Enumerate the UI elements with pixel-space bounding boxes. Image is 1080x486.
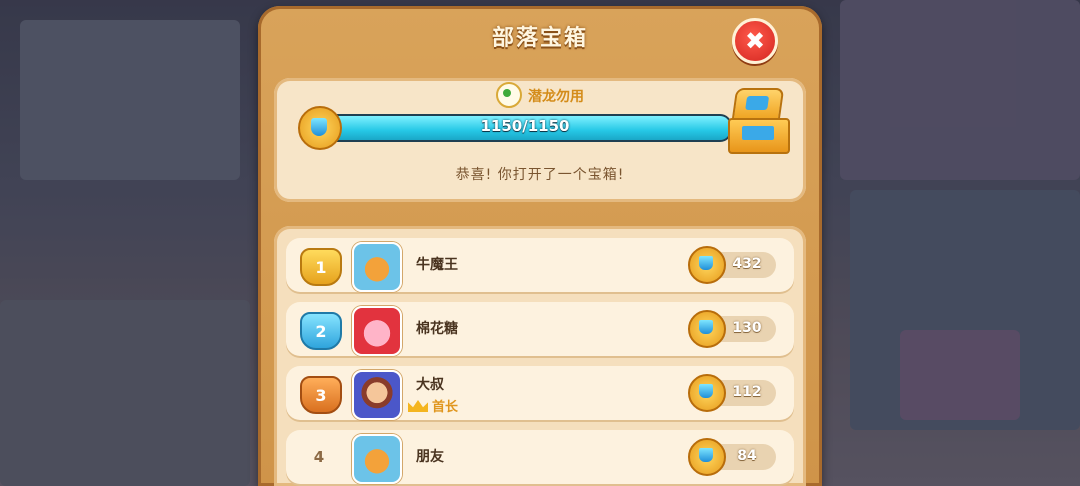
member-ranking-list[interactable]: 1 牛魔王 432 2 棉花糖 130 3 大叔 首长 112 4 朋友 84 — [274, 226, 806, 486]
member-row[interactable]: 4 朋友 84 — [286, 430, 794, 484]
role-label: 首长 — [432, 400, 459, 415]
player-name: 棉花糖 — [416, 321, 458, 337]
score-value: 112 — [732, 384, 762, 400]
rank-medal-icon: 4 — [313, 448, 325, 466]
tribe-emblem-icon — [496, 82, 522, 108]
score-value: 84 — [737, 448, 757, 464]
treasure-chest-icon[interactable] — [726, 88, 792, 154]
score-value: 130 — [732, 320, 762, 336]
score-pill: 432 — [688, 246, 776, 284]
congrats-message: 恭喜! 你打开了一个宝箱! — [455, 167, 625, 183]
pig-avatar[interactable] — [352, 306, 402, 356]
crown-icon — [408, 400, 428, 412]
player-role: 首长 — [408, 396, 458, 415]
score-pill: 112 — [688, 374, 776, 412]
progress-text: 1150/1150 — [480, 117, 570, 135]
tiger-avatar[interactable] — [352, 434, 402, 484]
rank-medal-icon: 3 — [300, 376, 342, 414]
chest-progress-bar: 1150/1150 — [318, 114, 732, 142]
chest-progress-card: 潜龙勿用 1150/1150 恭喜! 你打开了一个宝箱! — [274, 78, 806, 202]
member-row[interactable]: 3 大叔首长 112 — [286, 366, 794, 420]
man-avatar[interactable] — [352, 370, 402, 420]
rank-medal-icon: 1 — [300, 248, 342, 286]
trophy-cup-icon — [298, 106, 342, 150]
tiger-avatar[interactable] — [352, 242, 402, 292]
trophy-cup-icon — [688, 246, 726, 284]
trophy-cup-icon — [688, 438, 726, 476]
score-value: 432 — [732, 256, 762, 272]
player-name: 朋友 — [416, 449, 444, 465]
rank-medal-icon: 2 — [300, 312, 342, 350]
score-pill: 84 — [688, 438, 776, 476]
tribe-name: 潜龙勿用 — [528, 89, 584, 105]
score-pill: 130 — [688, 310, 776, 348]
member-row[interactable]: 1 牛魔王 432 — [286, 238, 794, 292]
player-name: 牛魔王 — [416, 257, 458, 273]
trophy-cup-icon — [688, 310, 726, 348]
tribe-chest-dialog: 部落宝箱 ✖ 潜龙勿用 1150/1150 恭喜! 你打开了一个宝箱! 1 牛魔王… — [258, 6, 822, 486]
close-button[interactable]: ✖ — [732, 18, 778, 64]
trophy-cup-icon — [688, 374, 726, 412]
player-name: 大叔 — [416, 377, 444, 393]
member-row[interactable]: 2 棉花糖 130 — [286, 302, 794, 356]
